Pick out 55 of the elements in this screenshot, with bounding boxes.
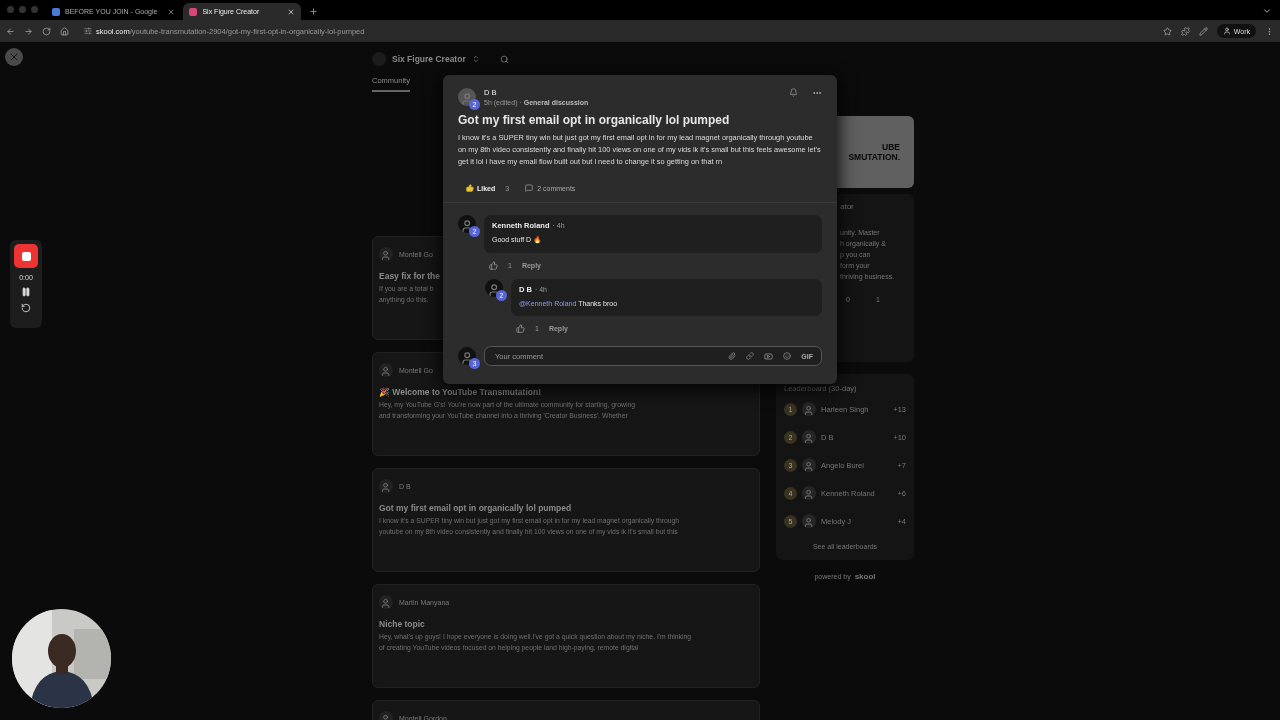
pencil-icon[interactable] [1198, 26, 1208, 36]
post-title: 🎉 Welcome to YouTube Transmutation! [379, 387, 541, 397]
brand-name[interactable]: skool [854, 572, 876, 581]
switch-icon[interactable] [471, 55, 480, 63]
thumbs-up-icon[interactable] [516, 324, 525, 333]
avatar [379, 479, 393, 493]
search-icon[interactable] [499, 54, 509, 64]
close-tab-icon[interactable] [287, 7, 296, 16]
thumbs-up-icon [466, 184, 474, 192]
post-title: Got my first email opt in organically lol pumped [379, 503, 572, 513]
banner-text: UBE [882, 142, 900, 152]
post-title: Got my first email opt in organically lol pumped [458, 113, 731, 127]
reload-icon[interactable] [42, 26, 51, 36]
close-tab-icon[interactable] [167, 7, 176, 16]
bookmark-star-icon[interactable] [1162, 26, 1172, 36]
avatar [458, 215, 476, 233]
chevron-down-icon[interactable] [1262, 6, 1272, 16]
community-name[interactable]: Six Figure Creator [392, 54, 466, 64]
community-title: ator [840, 202, 855, 211]
avatar [379, 363, 393, 377]
menu-icon[interactable] [1265, 26, 1274, 36]
restart-icon[interactable] [21, 303, 31, 313]
avatar [458, 347, 476, 365]
post-title: Niche topic [379, 619, 425, 629]
post-title: Easy fix for the [379, 271, 440, 281]
avatar [379, 595, 393, 609]
new-tab-icon[interactable] [309, 7, 319, 16]
banner-text: SMUTATION. [848, 152, 900, 162]
post-card[interactable] [372, 584, 760, 688]
stop-button[interactable] [14, 244, 38, 268]
avatar [802, 458, 816, 472]
avatar [802, 430, 816, 444]
video-icon[interactable] [764, 351, 774, 361]
avatar [485, 279, 503, 297]
post-card[interactable] [372, 468, 760, 572]
home-icon[interactable] [60, 26, 69, 36]
back-icon[interactable] [6, 26, 15, 36]
avatar [802, 514, 816, 528]
site-settings-icon[interactable] [84, 27, 92, 35]
forward-icon[interactable] [24, 26, 33, 36]
link-icon[interactable] [746, 352, 755, 360]
avatar [458, 88, 476, 106]
tab-favicon [52, 7, 60, 16]
attach-icon[interactable] [728, 352, 737, 360]
pause-icon[interactable] [21, 287, 31, 297]
extensions-icon[interactable] [1180, 26, 1190, 36]
comment-icon [525, 184, 534, 192]
avatar [802, 402, 816, 416]
thumbs-up-icon[interactable] [489, 261, 498, 270]
avatar [379, 247, 393, 261]
person-icon [1222, 27, 1231, 35]
bell-icon[interactable] [789, 88, 798, 97]
emoji-icon[interactable] [783, 352, 792, 360]
avatar [802, 486, 816, 500]
tab-favicon [189, 7, 198, 16]
